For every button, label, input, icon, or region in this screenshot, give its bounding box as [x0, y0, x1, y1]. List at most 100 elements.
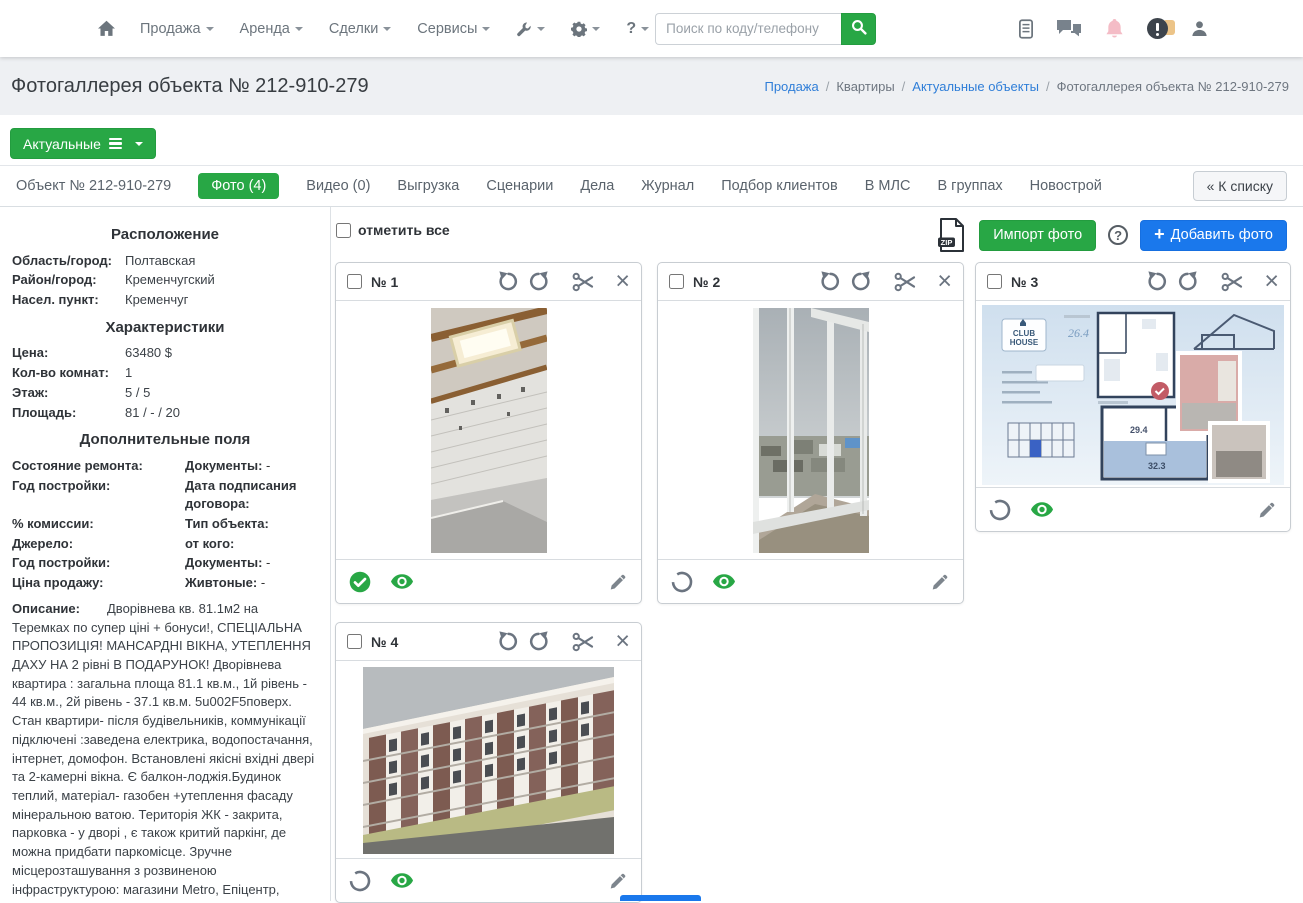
info-cell: Год постройки: [12, 477, 179, 514]
photo-number: № 4 [371, 634, 398, 650]
question-icon: ? [626, 20, 636, 38]
visibility-eye-icon[interactable] [1030, 501, 1054, 518]
menu-tools[interactable] [516, 21, 545, 37]
search-icon [851, 19, 867, 38]
select-all-control[interactable]: отметить все [336, 222, 450, 238]
photo-checkbox[interactable] [347, 274, 362, 289]
tab-photo[interactable]: Фото (4) [198, 173, 279, 199]
crop-scissors-icon[interactable] [572, 631, 594, 653]
info-row: Насел. пункт:Кременчуг [12, 291, 318, 310]
tab-scenarii[interactable]: Сценарии [486, 178, 553, 194]
search-button[interactable] [841, 13, 876, 45]
partially-visible-element [620, 895, 701, 901]
chevron-down-icon [383, 27, 391, 31]
breadcrumb-aktualnye[interactable]: Актуальные объекты [912, 79, 1039, 94]
svg-text:29.4: 29.4 [1130, 425, 1148, 435]
tab-podbor[interactable]: Подбор клиентов [721, 178, 837, 194]
photo-card-header: № 3 × [976, 263, 1290, 301]
rotate-cw-icon[interactable] [850, 271, 871, 292]
tab-gruppy[interactable]: В группах [937, 178, 1002, 194]
menu-sdelki[interactable]: Сделки [329, 21, 391, 37]
delete-photo-icon[interactable]: × [615, 629, 630, 654]
edit-pencil-icon[interactable] [608, 871, 628, 891]
photo-checkbox[interactable] [987, 274, 1002, 289]
photo-area[interactable] [658, 301, 963, 559]
chevron-down-icon [482, 27, 490, 31]
tab-video[interactable]: Видео (0) [306, 178, 370, 194]
chat-icon[interactable] [1056, 19, 1082, 39]
rotate-ccw-icon[interactable] [498, 631, 519, 652]
alert-icon[interactable] [1147, 18, 1168, 39]
delete-photo-icon[interactable]: × [937, 269, 952, 294]
tab-vygruzka[interactable]: Выгрузка [397, 178, 459, 194]
photo-checkbox[interactable] [347, 634, 362, 649]
tab-mls[interactable]: В МЛС [865, 178, 911, 194]
delete-photo-icon[interactable]: × [615, 269, 630, 294]
rotate-cw-icon[interactable] [1177, 271, 1198, 292]
rotate-ccw-icon[interactable] [1147, 271, 1168, 292]
import-photo-button[interactable]: Импорт фото [979, 220, 1096, 251]
user-icon[interactable] [1191, 20, 1208, 37]
menu-settings[interactable] [571, 21, 600, 37]
breadcrumb-prodazha[interactable]: Продажа [764, 79, 818, 94]
main-photo-check-icon[interactable] [349, 571, 371, 593]
bell-icon[interactable] [1105, 18, 1124, 39]
photo-thumbnail-building[interactable] [363, 667, 614, 854]
svg-text:HOUSE: HOUSE [1010, 338, 1039, 347]
photo-thumbnail-attic[interactable] [431, 308, 547, 553]
add-photo-button[interactable]: + Добавить фото [1140, 220, 1287, 251]
photo-area[interactable] [336, 661, 641, 858]
menu-servisy[interactable]: Сервисы [417, 21, 490, 37]
select-all-checkbox[interactable] [336, 223, 351, 238]
edit-pencil-icon[interactable] [1257, 500, 1277, 520]
zip-download-icon[interactable]: ZIP [937, 218, 967, 252]
visibility-eye-icon[interactable] [390, 872, 414, 889]
rotate-ccw-icon[interactable] [498, 271, 519, 292]
top-navbar: Продажа Аренда Сделки Сервисы ? [0, 0, 1303, 57]
device-icon[interactable] [1019, 19, 1033, 39]
main-photo-circle-icon[interactable] [671, 571, 693, 593]
crop-scissors-icon[interactable] [894, 271, 916, 293]
chevron-down-icon [135, 142, 143, 146]
rotate-ccw-icon[interactable] [820, 271, 841, 292]
photo-number: № 1 [371, 274, 398, 290]
info-cell: % комиссии: [12, 515, 179, 534]
photo-area[interactable]: CLUB HOUSE 26.4 29. [976, 301, 1290, 487]
info-cell: Джерело: [12, 535, 179, 554]
tab-novostroy[interactable]: Новострой [1030, 178, 1102, 194]
menu-prodazha[interactable]: Продажа [140, 21, 214, 37]
visibility-eye-icon[interactable] [712, 573, 736, 590]
tab-dela[interactable]: Дела [580, 178, 614, 194]
tab-zhurnal[interactable]: Журнал [641, 178, 694, 194]
home-icon[interactable] [97, 20, 116, 37]
menu-help[interactable]: ? [626, 20, 649, 38]
menu-arenda[interactable]: Аренда [240, 21, 303, 37]
info-cell: Документы: - [185, 457, 318, 476]
main-photo-circle-icon[interactable] [989, 499, 1011, 521]
delete-photo-icon[interactable]: × [1264, 269, 1279, 294]
edit-pencil-icon[interactable] [608, 572, 628, 592]
chevron-down-icon [295, 27, 303, 31]
photo-thumbnail-balcony-view[interactable] [753, 308, 869, 553]
crop-scissors-icon[interactable] [1221, 271, 1243, 293]
rotate-cw-icon[interactable] [528, 271, 549, 292]
page-header: Фотогаллерея объекта № 212-910-279 Прода… [0, 57, 1303, 115]
search-input[interactable] [655, 13, 841, 45]
rotate-cw-icon[interactable] [528, 631, 549, 652]
chevron-down-icon [592, 27, 600, 31]
status-dropdown-button[interactable]: Актуальные [10, 128, 156, 159]
help-icon[interactable]: ? [1108, 225, 1128, 245]
photo-checkbox[interactable] [669, 274, 684, 289]
page-title: Фотогаллерея объекта № 212-910-279 [11, 75, 369, 98]
visibility-eye-icon[interactable] [390, 573, 414, 590]
main-photo-circle-icon[interactable] [349, 870, 371, 892]
edit-pencil-icon[interactable] [930, 572, 950, 592]
photo-area[interactable] [336, 301, 641, 559]
photo-thumbnail-floorplan[interactable]: CLUB HOUSE 26.4 29. [982, 305, 1284, 485]
crop-scissors-icon[interactable] [572, 271, 594, 293]
additional-fields: Состояние ремонта: Документы: - Год пост… [12, 457, 318, 593]
tabs-bar: Объект № 212-910-279 Фото (4) Видео (0) … [0, 165, 1303, 207]
tab-object[interactable]: Объект № 212-910-279 [16, 178, 171, 194]
back-to-list-button[interactable]: « К списку [1193, 171, 1287, 201]
info-cell: Тип объекта: [185, 515, 318, 534]
